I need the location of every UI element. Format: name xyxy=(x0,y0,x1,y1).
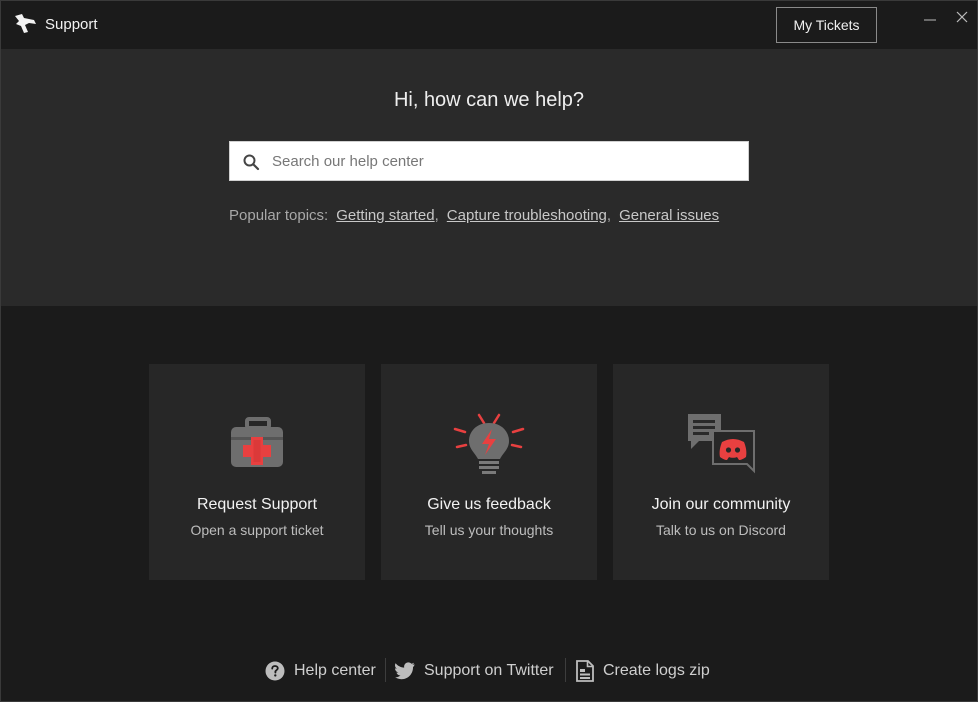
footer-divider xyxy=(565,658,566,682)
twitter-icon xyxy=(395,662,415,680)
card-title: Join our community xyxy=(651,496,791,513)
search-input[interactable] xyxy=(272,142,742,180)
lightbulb-icon xyxy=(453,413,525,474)
footer-divider xyxy=(385,658,386,682)
question-circle-icon xyxy=(265,661,285,681)
topic-link-capture-troubleshooting[interactable]: Capture troubleshooting xyxy=(447,207,607,224)
card-subtitle: Talk to us on Discord xyxy=(656,522,786,538)
community-card[interactable]: Join our community Talk to us on Discord xyxy=(613,364,829,580)
search-icon xyxy=(243,154,260,171)
footer-links: Help center Support on Twitter Create lo… xyxy=(1,655,977,687)
support-twitter-link[interactable]: Support on Twitter xyxy=(395,655,554,687)
popular-topics-label: Popular topics: xyxy=(229,207,329,224)
document-icon xyxy=(576,660,594,682)
title-bar: Support My Tickets xyxy=(1,1,977,49)
topic-link-getting-started[interactable]: Getting started xyxy=(336,207,434,224)
my-tickets-button[interactable]: My Tickets xyxy=(776,7,877,43)
minimize-icon[interactable] xyxy=(922,9,938,25)
footer-link-label: Create logs zip xyxy=(603,662,710,679)
app-title: Support xyxy=(45,16,98,33)
close-icon[interactable] xyxy=(954,9,970,25)
topic-link-general-issues[interactable]: General issues xyxy=(619,207,719,224)
card-subtitle: Open a support ticket xyxy=(190,522,324,538)
feedback-card[interactable]: Give us feedback Tell us your thoughts xyxy=(381,364,597,580)
footer-link-label: Support on Twitter xyxy=(424,662,554,679)
wolf-logo-icon xyxy=(15,14,36,33)
card-title: Request Support xyxy=(196,496,318,513)
card-subtitle: Tell us your thoughts xyxy=(424,522,554,538)
discord-chat-icon xyxy=(688,414,755,474)
support-window: Support My Tickets Hi, how can we help? … xyxy=(0,0,978,702)
help-hero: Hi, how can we help? Popular topics: Gett… xyxy=(1,49,977,306)
card-title: Give us feedback xyxy=(427,496,551,513)
topic-separator: , xyxy=(434,207,439,224)
topic-separator: , xyxy=(606,207,612,224)
first-aid-kit-icon xyxy=(231,417,283,467)
help-center-link[interactable]: Help center xyxy=(265,655,376,687)
popular-topics: Popular topics: Getting started, Capture t… xyxy=(229,207,719,224)
hero-title: Hi, how can we help? xyxy=(393,89,585,111)
request-support-card[interactable]: Request Support Open a support ticket xyxy=(149,364,365,580)
create-logs-zip-link[interactable]: Create logs zip xyxy=(576,655,710,687)
search-box xyxy=(229,141,749,181)
footer-link-label: Help center xyxy=(294,662,376,679)
